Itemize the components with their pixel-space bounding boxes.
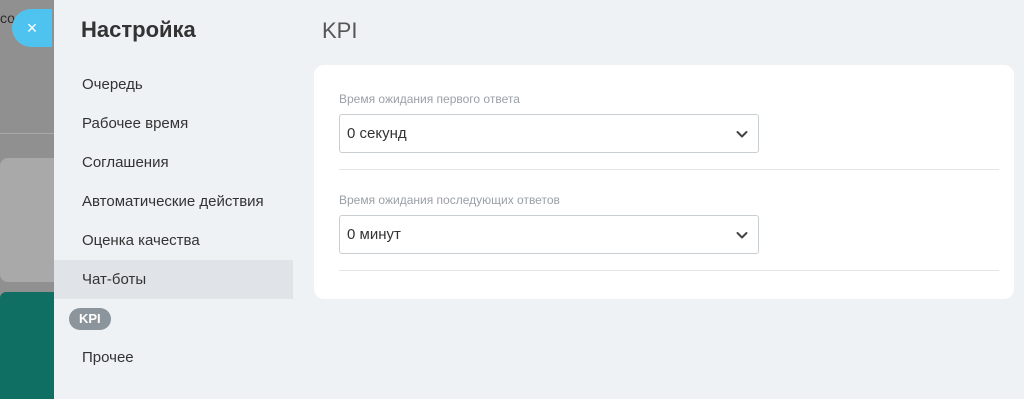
sidebar-item-other[interactable]: Прочее: [54, 338, 293, 377]
sidebar-item-agreements[interactable]: Соглашения: [54, 143, 293, 182]
settings-sidebar: Настройка Очередь Рабочее время Соглашен…: [54, 0, 293, 399]
settings-menu: Очередь Рабочее время Соглашения Автомат…: [54, 65, 293, 377]
sidebar-item-kpi[interactable]: KPI: [54, 299, 293, 338]
sidebar-item-label: Чат-боты: [82, 271, 147, 288]
sidebar-item-quality-rating[interactable]: Оценка качества: [54, 221, 293, 260]
select-value: 0 секунд: [347, 125, 407, 142]
background-card: [0, 158, 60, 282]
settings-panel: Настройка Очередь Рабочее время Соглашен…: [54, 0, 1024, 399]
chevron-down-icon: [736, 231, 748, 238]
sidebar-item-label: Соглашения: [82, 154, 169, 171]
page-title: KPI: [322, 18, 358, 43]
sidebar-item-label: Оценка качества: [82, 232, 200, 249]
close-icon: ×: [26, 17, 38, 38]
background-green-block: [0, 292, 60, 399]
first-response-field: Время ожидания первого ответа 0 секунд: [339, 92, 999, 153]
sidebar-item-automatic-actions[interactable]: Автоматические действия: [54, 182, 293, 221]
sidebar-title: Настройка: [81, 17, 196, 42]
sidebar-item-label-active: KPI: [69, 308, 111, 330]
sidebar-item-label: Рабочее время: [82, 115, 189, 132]
subsequent-response-field: Время ожидания последующих ответов 0 мин…: [339, 193, 999, 254]
divider: [339, 169, 999, 170]
first-response-time-select[interactable]: 0 секунд: [339, 114, 759, 153]
close-button[interactable]: ×: [12, 9, 52, 47]
field-label: Время ожидания первого ответа: [339, 92, 520, 106]
subsequent-response-time-select[interactable]: 0 минут: [339, 215, 759, 254]
kpi-settings-card: Время ожидания первого ответа 0 секунд В…: [314, 65, 1014, 299]
chevron-down-icon: [736, 130, 748, 137]
sidebar-item-queue[interactable]: Очередь: [54, 65, 293, 104]
select-value: 0 минут: [347, 226, 401, 243]
divider: [339, 270, 999, 271]
background-divider: [0, 133, 60, 134]
sidebar-item-label: Прочее: [82, 349, 134, 366]
sidebar-item-label: Автоматические действия: [82, 193, 264, 210]
field-label: Время ожидания последующих ответов: [339, 193, 560, 207]
sidebar-item-label: Очередь: [82, 76, 143, 93]
background-app: со: [0, 0, 60, 399]
sidebar-item-working-hours[interactable]: Рабочее время: [54, 104, 293, 143]
sidebar-item-chatbots[interactable]: Чат-боты: [54, 260, 293, 299]
